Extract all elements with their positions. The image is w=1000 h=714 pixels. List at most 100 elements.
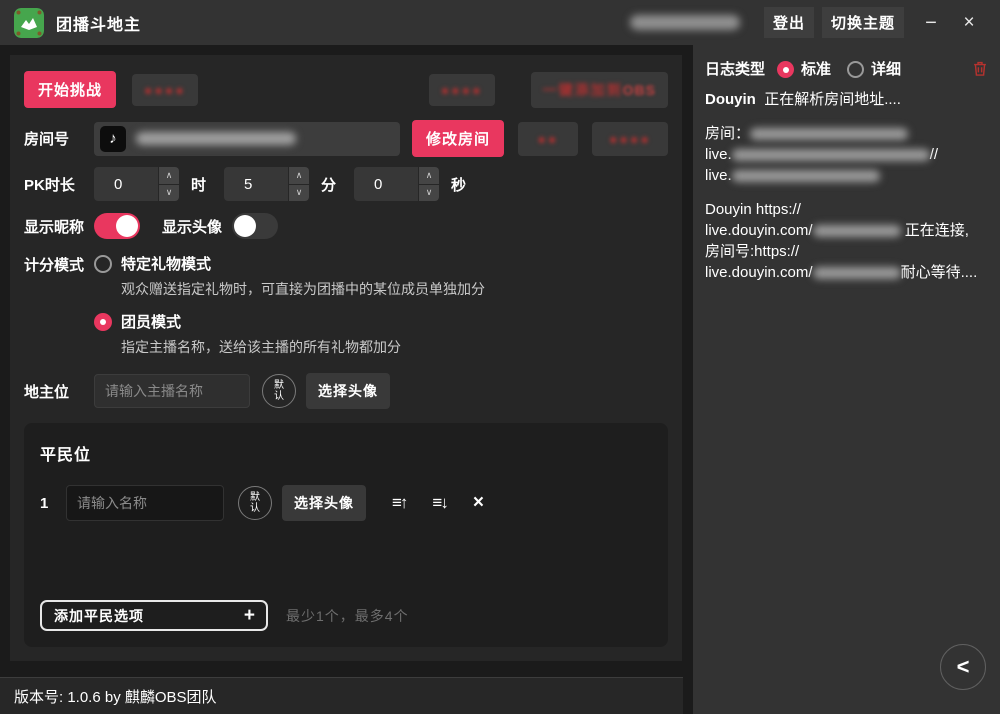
gift-mode-title: 特定礼物模式 — [121, 253, 211, 274]
blurred-label: ●●●● — [609, 131, 651, 147]
landlord-name-input[interactable] — [94, 374, 250, 408]
minutes-stepper: ∧ ∨ — [224, 167, 309, 201]
log-detail-radio[interactable] — [847, 61, 864, 78]
landlord-row: 地主位 默认 选择头像 — [24, 373, 668, 409]
log-text: // — [930, 146, 938, 163]
log-text: live.douyin.com/ — [705, 222, 813, 239]
blurred-label: ●●●● — [144, 82, 186, 98]
seconds-unit: 秒 — [451, 174, 466, 195]
log-line: live. // — [705, 144, 988, 165]
redacted-text — [732, 149, 930, 161]
civilian-select-avatar-button[interactable]: 选择头像 — [282, 485, 366, 521]
scoring-options: 特定礼物模式 观众赠送指定礼物时，可直接为团播中的某位成员单独加分 团员模式 指… — [94, 253, 485, 357]
toggle-knob — [234, 215, 256, 237]
civilian-default-button[interactable]: 默认 — [238, 486, 272, 520]
log-line: Douyin 正在解析房间地址.... — [705, 89, 988, 110]
toggle-knob — [116, 215, 138, 237]
log-source: Douyin — [705, 91, 756, 108]
log-standard-label: 标准 — [801, 59, 831, 80]
minutes-input[interactable] — [224, 167, 288, 201]
scoring-mode-row: 计分模式 特定礼物模式 观众赠送指定礼物时，可直接为团播中的某位成员单独加分 团… — [24, 253, 668, 357]
add-to-obs-button[interactable]: 一键添加到OBS — [531, 72, 668, 108]
blurred-label: ●● — [538, 131, 559, 147]
log-detail-label: 详细 — [871, 59, 901, 80]
blurred-label: ●●●● — [441, 82, 483, 98]
log-text: live. — [705, 146, 732, 163]
landlord-default-button[interactable]: 默认 — [262, 374, 296, 408]
civilian-name-input[interactable] — [66, 485, 224, 521]
move-down-icon[interactable]: ≡↓ — [432, 493, 446, 513]
close-button[interactable]: × — [952, 8, 986, 38]
clear-log-button[interactable] — [972, 60, 988, 80]
seconds-down-icon[interactable]: ∨ — [419, 185, 439, 202]
log-text: 耐心等待.... — [901, 264, 978, 281]
landlord-select-avatar-button[interactable]: 选择头像 — [306, 373, 390, 409]
logout-button[interactable]: 登出 — [764, 7, 814, 38]
collapse-panel-button[interactable]: < — [940, 644, 986, 690]
show-nickname-label: 显示昵称 — [24, 216, 94, 237]
room-row: 房间号 ♪ 修改房间 ●● ●●●● — [24, 120, 668, 157]
log-line: Douyin https:// — [705, 199, 988, 220]
redacted-text — [750, 128, 908, 140]
move-up-icon[interactable]: ≡↑ — [392, 493, 406, 513]
status-bar: 版本号: 1.0.6 by 麒麟OBS团队 — [0, 677, 683, 714]
minutes-up-icon[interactable]: ∧ — [289, 167, 309, 184]
log-line: 房间号:https:// — [705, 241, 988, 262]
member-mode-title: 团员模式 — [121, 311, 181, 332]
civilian-row-1: 1 默认 选择头像 ≡↑ ≡↓ × — [40, 485, 652, 521]
hours-input[interactable] — [94, 167, 158, 201]
add-civilian-button[interactable]: 添加平民选项 + — [40, 600, 268, 631]
room-id-redacted — [136, 132, 296, 145]
log-line: live.douyin.com/ 正在连接, — [705, 220, 988, 241]
room-id-input[interactable]: ♪ — [94, 122, 400, 156]
stop-challenge-button-disabled[interactable]: ●●●● — [132, 74, 198, 106]
civilian-panel: 平民位 1 默认 选择头像 ≡↑ ≡↓ × 添加平民选项 + 最少1个，最多4个 — [24, 423, 668, 647]
civilian-footer: 添加平民选项 + 最少1个，最多4个 — [40, 600, 652, 631]
show-avatar-toggle[interactable] — [232, 213, 278, 239]
titlebar: 团播斗地主 登出 切换主题 − × — [0, 0, 1000, 45]
log-line: live. — [705, 165, 988, 186]
member-mode-option[interactable]: 团员模式 — [94, 311, 485, 332]
log-line: live.douyin.com/耐心等待.... — [705, 262, 988, 283]
log-text: live. — [705, 167, 732, 184]
display-toggles-row: 显示昵称 显示头像 — [24, 213, 668, 239]
pk-duration-row: PK时长 ∧ ∨ 时 ∧ ∨ 分 ∧ ∨ — [24, 167, 668, 201]
switch-theme-button[interactable]: 切换主题 — [822, 7, 904, 38]
hours-unit: 时 — [191, 174, 206, 195]
seconds-input[interactable] — [354, 167, 418, 201]
modify-room-button[interactable]: 修改房间 — [412, 120, 504, 157]
log-type-label: 日志类型 — [705, 59, 765, 80]
landlord-label: 地主位 — [24, 381, 94, 402]
app-title: 团播斗地主 — [56, 11, 141, 35]
gift-mode-option[interactable]: 特定礼物模式 — [94, 253, 485, 274]
pk-duration-label: PK时长 — [24, 174, 94, 195]
member-mode-radio[interactable] — [94, 313, 112, 331]
hours-down-icon[interactable]: ∨ — [159, 185, 179, 202]
username-redacted — [630, 15, 740, 30]
log-type-row: 日志类型 标准 详细 — [705, 59, 988, 80]
seconds-up-icon[interactable]: ∧ — [419, 167, 439, 184]
gift-mode-radio[interactable] — [94, 255, 112, 273]
obs-label: OBS — [623, 82, 656, 98]
minutes-down-icon[interactable]: ∨ — [289, 185, 309, 202]
member-mode-desc: 指定主播名称，送给该主播的所有礼物都加分 — [121, 337, 485, 357]
civilian-limit-note: 最少1个，最多4个 — [286, 606, 409, 626]
blurred-action-button[interactable]: ●●●● — [429, 74, 495, 106]
hours-up-icon[interactable]: ∧ — [159, 167, 179, 184]
show-nickname-toggle[interactable] — [94, 213, 140, 239]
minutes-unit: 分 — [321, 174, 336, 195]
room-blurred-button-1[interactable]: ●● — [518, 122, 578, 156]
top-actions-row: 开始挑战 ●●●● ●●●● 一键添加到OBS — [24, 71, 668, 108]
redacted-text — [813, 225, 901, 237]
delete-row-icon[interactable]: × — [473, 492, 484, 514]
log-standard-radio[interactable] — [777, 61, 794, 78]
app-icon — [14, 8, 44, 38]
civilian-title: 平民位 — [40, 441, 652, 465]
minimize-button[interactable]: − — [914, 8, 948, 38]
start-challenge-button[interactable]: 开始挑战 — [24, 71, 116, 108]
room-blurred-button-2[interactable]: ●●●● — [592, 122, 668, 156]
version-text: 版本号: 1.0.6 by 麒麟OBS团队 — [14, 686, 217, 707]
log-text: 房间： — [705, 125, 750, 142]
show-avatar-label: 显示头像 — [162, 216, 222, 237]
plus-icon: + — [244, 605, 256, 627]
